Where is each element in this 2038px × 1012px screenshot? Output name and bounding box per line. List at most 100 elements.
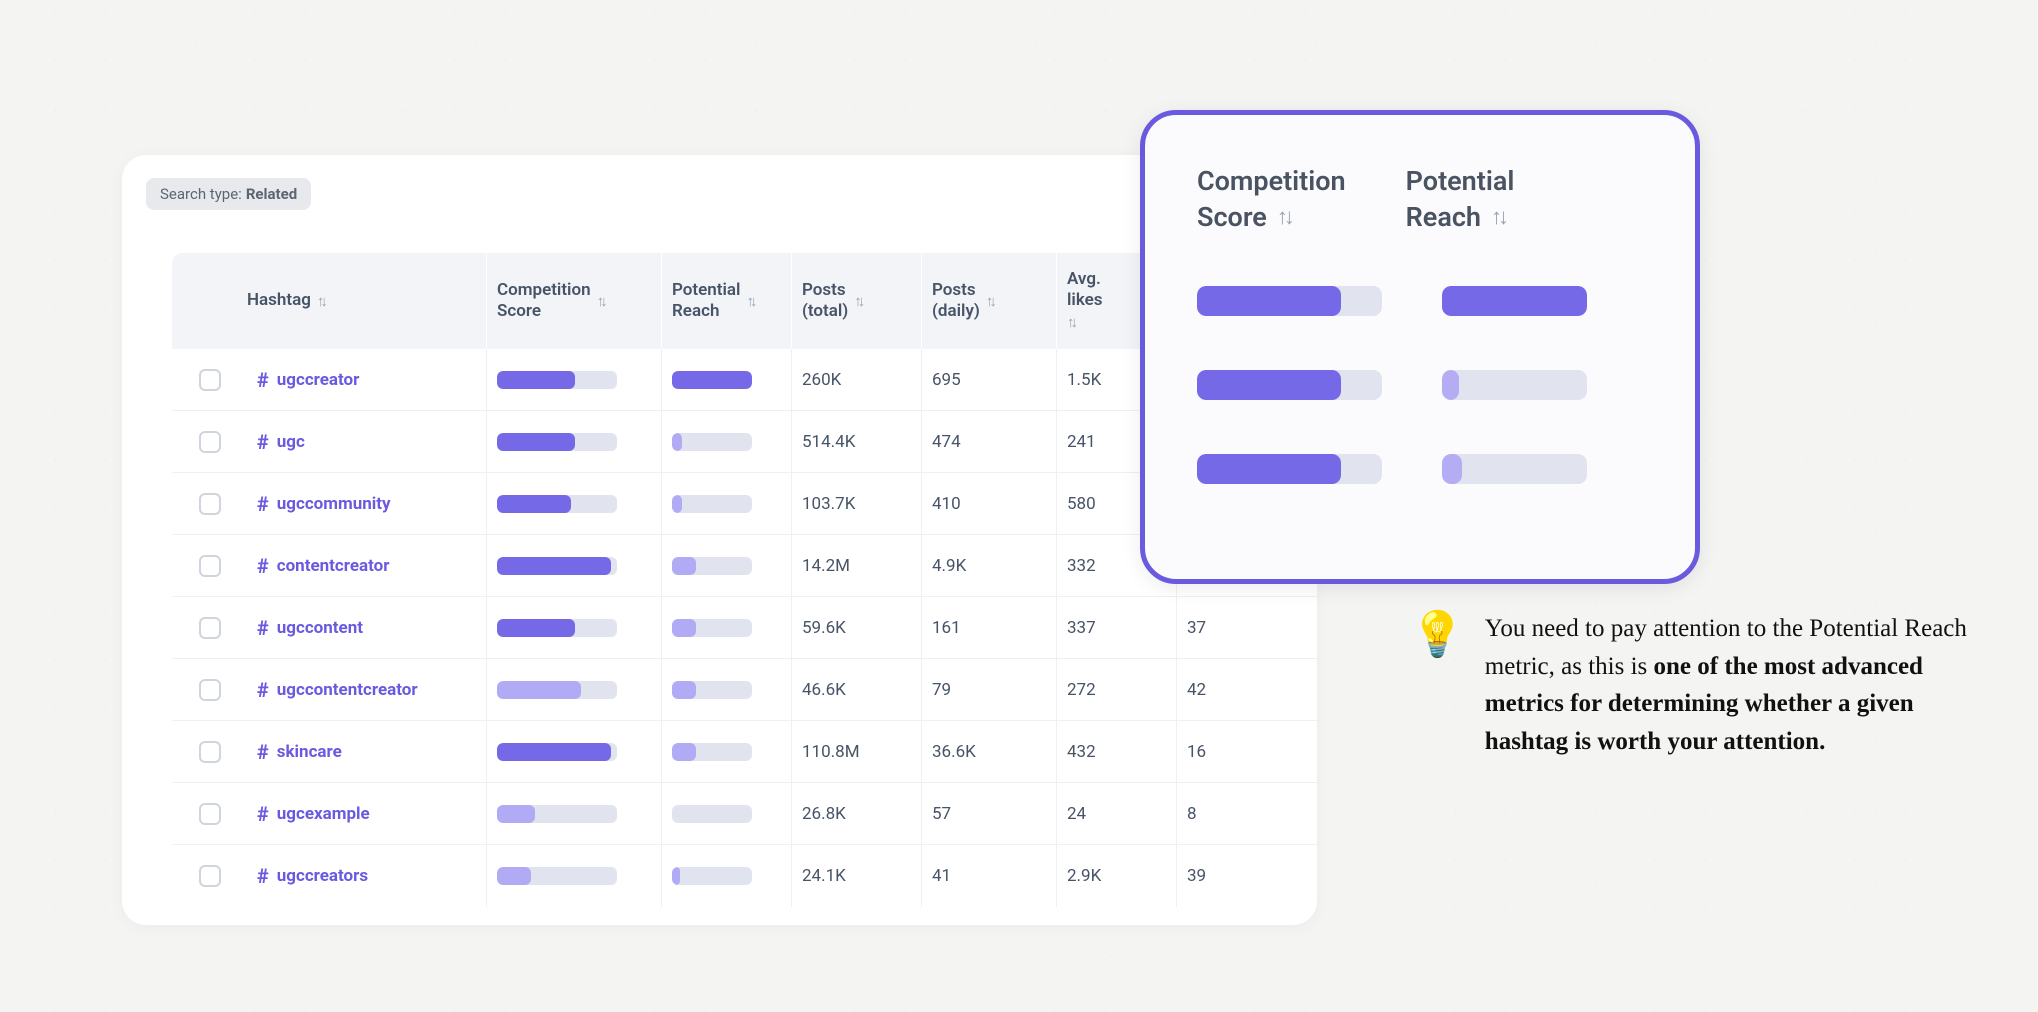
hashtag-cell[interactable]: # ugccommunity [247,473,487,534]
posts-daily-cell: 161 [922,597,1057,658]
header-reach[interactable]: PotentialReach ↑↓ [662,253,792,349]
callout-header: Competition Score ↑↓ Potential Reach ↑↓ [1197,163,1643,236]
hash-icon: # [257,554,269,578]
header-posts-total[interactable]: Posts(total) ↑↓ [792,253,922,349]
posts-total-cell: 26.8K [792,783,922,844]
hashtag-cell[interactable]: # ugccreator [247,349,487,410]
table-row: # skincare 110.8M 36.6K 432 16 [172,721,1317,783]
posts-daily-cell: 410 [922,473,1057,534]
row-checkbox[interactable] [199,741,221,763]
sort-icon: ↑↓ [854,292,861,310]
competition-cell [487,845,662,907]
hashtag-cell[interactable]: # ugcexample [247,783,487,844]
posts-total-cell: 59.6K [792,597,922,658]
callout-reach-bar [1442,454,1587,484]
hashtag-cell[interactable]: # ugccontent [247,597,487,658]
callout-header-reach: Potential Reach ↑↓ [1406,163,1515,236]
callout-row [1197,370,1643,400]
row-checkbox-cell [172,411,247,472]
reach-cell [662,535,792,596]
posts-total-cell: 514.4K [792,411,922,472]
lightbulb-icon: 💡 [1410,612,1465,656]
header-competition[interactable]: CompetitionScore ↑↓ [487,253,662,349]
row-checkbox-cell [172,659,247,720]
avg-likes-cell: 432 [1057,721,1177,782]
tip-text: You need to pay attention to the Potenti… [1485,610,1970,760]
reach-bar [672,619,752,637]
header-reach-label: PotentialReach [672,280,740,323]
row-checkbox[interactable] [199,493,221,515]
row-checkbox[interactable] [199,617,221,639]
header-posts-daily-label: Posts(daily) [932,280,980,323]
hash-icon: # [257,368,269,392]
competition-cell [487,721,662,782]
row-checkbox[interactable] [199,679,221,701]
extra-cell: 37 [1177,597,1297,658]
row-checkbox[interactable] [199,369,221,391]
reach-cell [662,721,792,782]
metric-callout: Competition Score ↑↓ Potential Reach ↑↓ [1140,110,1700,584]
hash-icon: # [257,802,269,826]
extra-cell: 39 [1177,845,1297,907]
avg-likes-cell: 272 [1057,659,1177,720]
posts-total-cell: 110.8M [792,721,922,782]
hashtag-text: ugccreator [277,370,360,390]
hashtag-cell[interactable]: # ugccreators [247,845,487,907]
reach-cell [662,659,792,720]
reach-cell [662,783,792,844]
posts-total-cell: 14.2M [792,535,922,596]
sort-icon: ↑↓ [1277,203,1291,233]
sort-icon: ↑↓ [1491,203,1505,233]
search-type-chip: Search type: Related [146,178,311,210]
header-checkbox [172,253,247,349]
reach-bar [672,557,752,575]
sort-icon: ↑↓ [746,292,753,310]
header-posts-total-label: Posts(total) [802,280,848,323]
hashtag-text: ugccreators [277,866,368,886]
competition-cell [487,535,662,596]
reach-cell [662,411,792,472]
extra-cell: 8 [1177,783,1297,844]
callout-competition-bar [1197,454,1382,484]
row-checkbox[interactable] [199,431,221,453]
hashtag-text: contentcreator [277,556,390,576]
competition-bar [497,681,617,699]
hashtag-text: ugcexample [277,804,370,824]
hash-icon: # [257,740,269,764]
posts-total-cell: 260K [792,349,922,410]
reach-bar [672,867,752,885]
competition-bar [497,805,617,823]
reach-cell [662,597,792,658]
row-checkbox-cell [172,535,247,596]
posts-daily-cell: 4.9K [922,535,1057,596]
reach-cell [662,845,792,907]
hashtag-cell[interactable]: # ugccontentcreator [247,659,487,720]
row-checkbox[interactable] [199,555,221,577]
header-posts-daily[interactable]: Posts(daily) ↑↓ [922,253,1057,349]
avg-likes-cell: 2.9K [1057,845,1177,907]
competition-bar [497,619,617,637]
callout-header-competition: Competition Score ↑↓ [1197,163,1346,236]
reach-bar [672,433,752,451]
competition-cell [487,411,662,472]
table-row: # ugcexample 26.8K 57 24 8 [172,783,1317,845]
competition-cell [487,597,662,658]
posts-total-cell: 103.7K [792,473,922,534]
competition-cell [487,659,662,720]
hashtag-cell[interactable]: # contentcreator [247,535,487,596]
hash-icon: # [257,616,269,640]
header-hashtag[interactable]: Hashtag ↑↓ [247,253,487,349]
sort-icon: ↑↓ [986,292,993,310]
row-checkbox[interactable] [199,803,221,825]
row-checkbox-cell [172,845,247,907]
callout-row [1197,454,1643,484]
hashtag-cell[interactable]: # skincare [247,721,487,782]
competition-bar [497,433,617,451]
posts-daily-cell: 41 [922,845,1057,907]
row-checkbox[interactable] [199,865,221,887]
row-checkbox-cell [172,473,247,534]
reach-bar [672,681,752,699]
hashtag-cell[interactable]: # ugc [247,411,487,472]
extra-cell: 16 [1177,721,1297,782]
competition-cell [487,783,662,844]
